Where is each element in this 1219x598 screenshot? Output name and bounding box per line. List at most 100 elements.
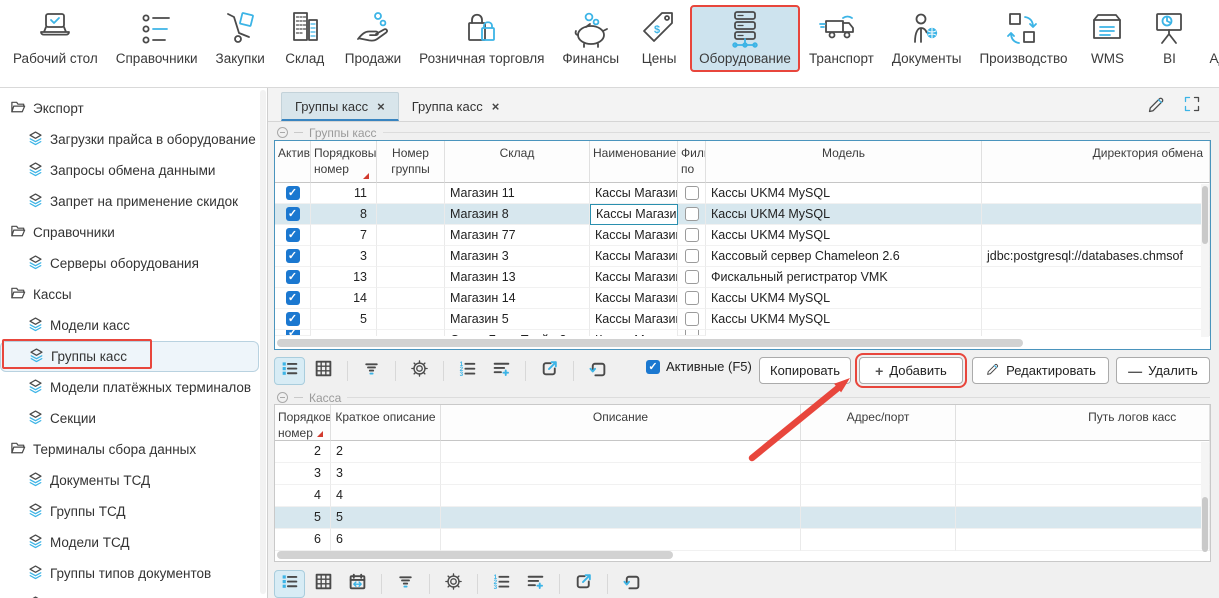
filter-button[interactable]: [390, 570, 421, 598]
settings-button[interactable]: [404, 357, 435, 385]
order-cell[interactable]: 2: [275, 441, 331, 463]
module-retail[interactable]: Розничная торговля: [410, 5, 553, 72]
model-cell[interactable]: Кассы UKM4 MySQL: [706, 288, 982, 309]
checkbox-cell[interactable]: ✓: [275, 183, 311, 204]
sidebar-item-4[interactable]: Запрет на применение скидок: [0, 186, 267, 217]
model-cell[interactable]: Кассы UKM4 MySQL: [706, 225, 982, 246]
filter-checkbox-cell[interactable]: [678, 225, 706, 246]
filter-checkbox[interactable]: [685, 249, 699, 263]
model-cell[interactable]: Кассы UKM4 MySQL: [706, 309, 982, 330]
warehouse-cell[interactable]: Магазин 14: [445, 288, 590, 309]
sidebar-item-12[interactable]: Терминалы сбора данных: [0, 434, 267, 465]
exchange-dir-cell[interactable]: [982, 309, 1210, 330]
sidebar-item-16[interactable]: Группы типов документов: [0, 558, 267, 589]
short-desc-cell[interactable]: 3: [331, 463, 441, 485]
module-warehouse[interactable]: Склад: [274, 5, 336, 72]
copy-button[interactable]: Копировать: [759, 357, 851, 384]
sidebar-item-3[interactable]: Запросы обмена данными: [0, 155, 267, 186]
sidebar-scrollbar[interactable]: [260, 90, 266, 594]
active-checkbox[interactable]: ✓: [286, 249, 300, 263]
module-sales[interactable]: Продажи: [336, 5, 410, 72]
sidebar-item-13[interactable]: Документы ТСД: [0, 465, 267, 496]
model-cell[interactable]: Кассы UKM4 MySQL: [706, 204, 982, 225]
active-filter-checkbox[interactable]: ✓: [646, 360, 660, 374]
exchange-dir-cell[interactable]: [982, 204, 1210, 225]
active-checkbox[interactable]: ✓: [286, 207, 300, 221]
log-path-cell[interactable]: [956, 507, 1210, 529]
exchange-dir-cell[interactable]: [982, 267, 1210, 288]
order-cell[interactable]: 5: [311, 309, 377, 330]
module-wms[interactable]: WMS: [1077, 5, 1139, 72]
order-cell[interactable]: 4: [275, 485, 331, 507]
warehouse-cell[interactable]: Магазин 11: [445, 183, 590, 204]
exchange-dir-cell[interactable]: [982, 183, 1210, 204]
module-finance[interactable]: Финансы: [553, 5, 628, 72]
column-header[interactable]: Адрес/порт: [801, 405, 956, 441]
refresh-button[interactable]: [582, 357, 613, 385]
filter-checkbox[interactable]: [685, 186, 699, 200]
warehouse-cell[interactable]: Санкт-Балт-Трейд 3: [445, 330, 590, 336]
group-number-cell[interactable]: [377, 225, 445, 246]
filter-checkbox[interactable]: [685, 270, 699, 284]
group-number-cell[interactable]: [377, 246, 445, 267]
sidebar-item-2[interactable]: Загрузки прайса в оборудование: [0, 124, 267, 155]
vertical-scrollbar[interactable]: [1201, 184, 1209, 337]
grid-view-button[interactable]: [308, 357, 339, 385]
vertical-scrollbar[interactable]: [1201, 442, 1209, 549]
order-cell[interactable]: 3: [275, 463, 331, 485]
group-number-cell[interactable]: [377, 183, 445, 204]
sidebar-item-15[interactable]: Модели ТСД: [0, 527, 267, 558]
column-header[interactable]: Путь логов касс: [956, 405, 1210, 441]
add-to-list-button[interactable]: [520, 570, 551, 598]
calendar-button[interactable]: [342, 570, 373, 598]
module-prices[interactable]: $Цены: [628, 5, 690, 72]
sidebar-item-8[interactable]: Модели касс: [0, 310, 267, 341]
warehouse-cell[interactable]: Магазин 77: [445, 225, 590, 246]
exchange-dir-cell[interactable]: [982, 225, 1210, 246]
name-cell[interactable]: Кассы Магазин 5: [590, 309, 678, 330]
checkbox-cell[interactable]: ✓: [275, 330, 311, 336]
model-cell[interactable]: Кассы UKM4 MySQL: [706, 183, 982, 204]
address-cell[interactable]: [801, 507, 956, 529]
order-cell[interactable]: 5: [275, 507, 331, 529]
short-desc-cell[interactable]: 4: [331, 485, 441, 507]
log-path-cell[interactable]: [956, 485, 1210, 507]
column-header[interactable]: Директория обмена: [982, 141, 1210, 183]
filter-checkbox-cell[interactable]: [678, 183, 706, 204]
sidebar-item-9[interactable]: Группы касс: [0, 341, 259, 372]
close-icon[interactable]: ×: [377, 99, 385, 114]
column-header[interactable]: Склад: [445, 141, 590, 183]
column-header[interactable]: Описание: [441, 405, 801, 441]
warehouse-cell[interactable]: Магазин 3: [445, 246, 590, 267]
grid-view-button[interactable]: [308, 570, 339, 598]
checkbox-cell[interactable]: ✓: [275, 204, 311, 225]
column-header[interactable]: Порядковый номер: [311, 141, 377, 183]
collapse-icon[interactable]: [277, 392, 288, 403]
model-cell[interactable]: Фискальный регистратор VMK: [706, 267, 982, 288]
filter-checkbox[interactable]: [685, 312, 699, 326]
address-cell[interactable]: [801, 463, 956, 485]
sidebar-item-6[interactable]: Серверы оборудования: [0, 248, 267, 279]
warehouse-cell[interactable]: Магазин 5: [445, 309, 590, 330]
sidebar-item-14[interactable]: Группы ТСД: [0, 496, 267, 527]
active-filter[interactable]: ✓ Активные (F5): [646, 359, 752, 374]
module-documents[interactable]: Документы: [883, 5, 971, 72]
collapse-icon[interactable]: [277, 127, 288, 138]
column-header[interactable]: Порядковый номер: [275, 405, 331, 441]
open-external-button[interactable]: [568, 570, 599, 598]
group-number-cell[interactable]: [377, 330, 445, 336]
list-view-button[interactable]: [274, 357, 305, 385]
settings-button[interactable]: [438, 570, 469, 598]
sidebar-item-1[interactable]: Экспорт: [0, 93, 267, 124]
module-transport[interactable]: Транспорт: [800, 5, 883, 72]
checkbox-cell[interactable]: ✓: [275, 246, 311, 267]
active-checkbox[interactable]: ✓: [286, 186, 300, 200]
active-checkbox[interactable]: ✓: [286, 291, 300, 305]
checkbox-cell[interactable]: ✓: [275, 288, 311, 309]
column-header[interactable]: Краткое описание: [331, 405, 441, 441]
model-cell[interactable]: Кассовый сервер Chameleon 2.6: [706, 246, 982, 267]
log-path-cell[interactable]: [956, 529, 1210, 551]
tab-2[interactable]: Группа касс×: [399, 92, 513, 121]
module-admin[interactable]: Администрирование: [1201, 5, 1219, 72]
order-cell[interactable]: 8: [311, 204, 377, 225]
